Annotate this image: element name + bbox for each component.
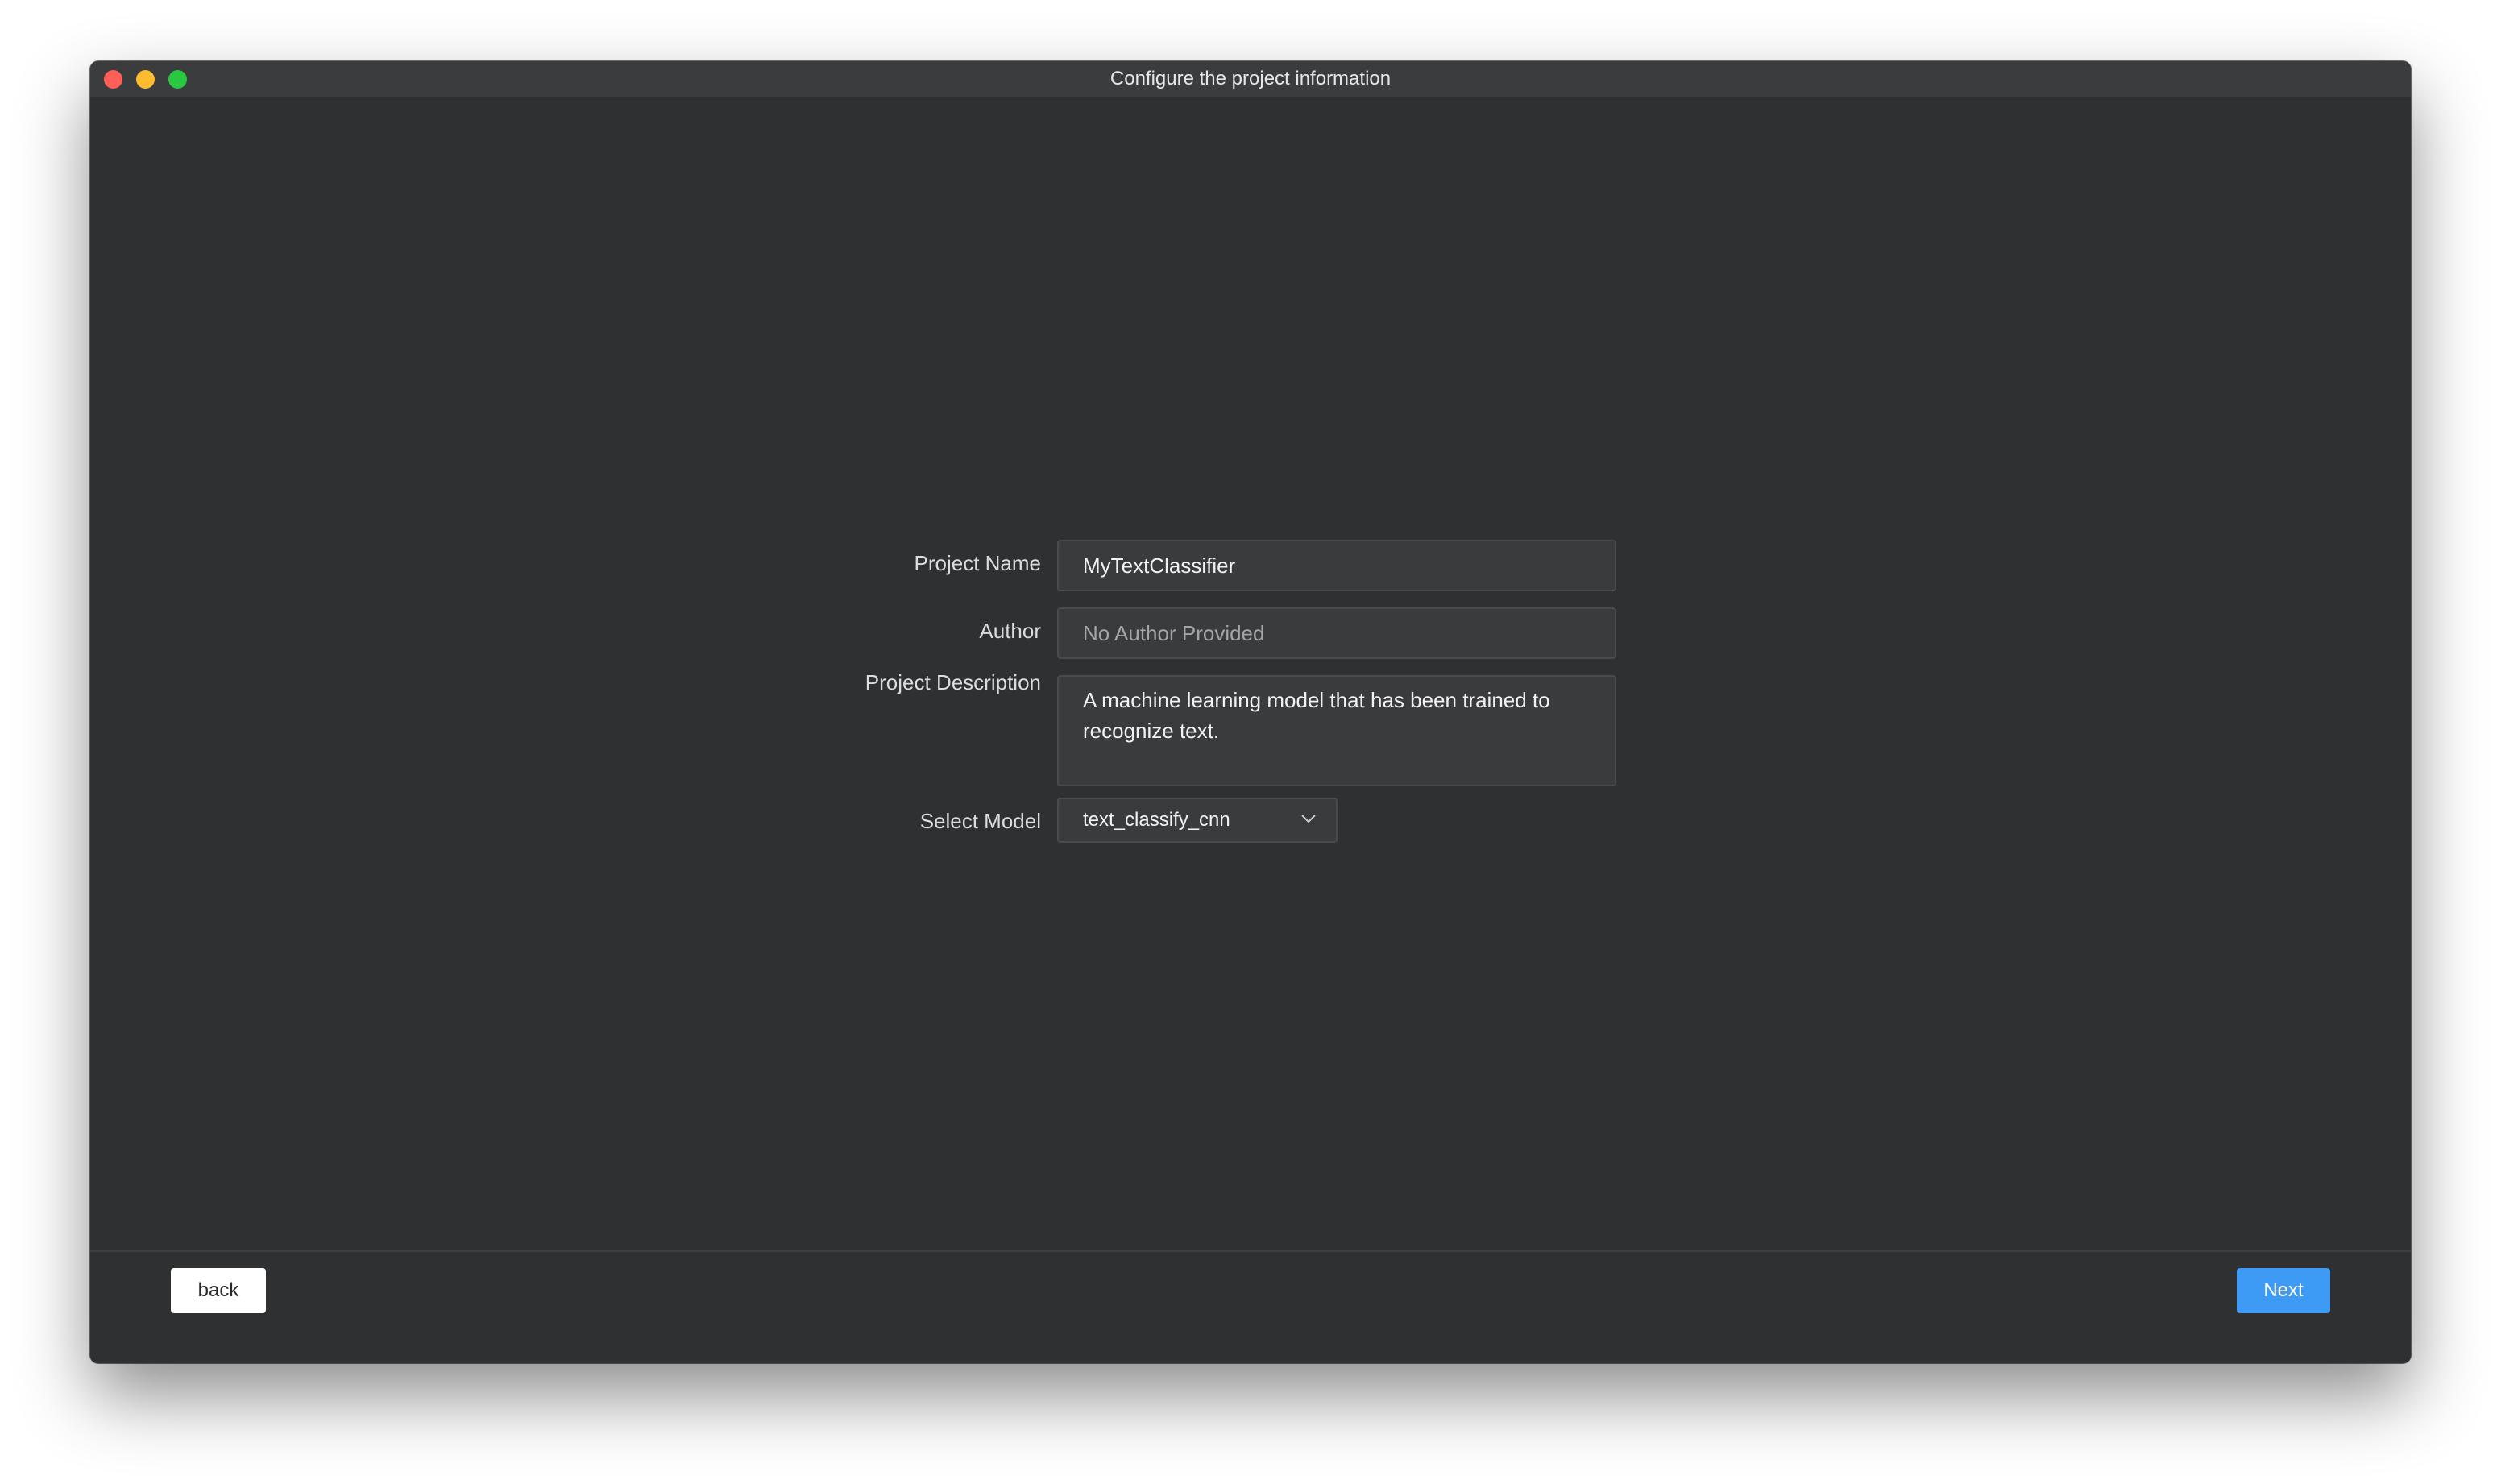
project-name-label: Project Name	[914, 551, 1042, 575]
project-description-label: Project Description	[865, 670, 1041, 694]
title-bar: Configure the project information	[90, 61, 2411, 97]
window-title: Configure the project information	[1109, 68, 1392, 89]
select-model-label: Select Model	[919, 809, 1041, 833]
select-model-dropdown[interactable]: text_classify_cnn	[1057, 798, 1338, 843]
back-button[interactable]: back	[171, 1268, 266, 1313]
project-name-input[interactable]	[1057, 540, 1616, 591]
project-description-textarea[interactable]: A machine learning model that has been t…	[1057, 675, 1616, 786]
author-label: Author	[979, 619, 1041, 643]
footer-bar: back Next	[90, 1250, 2411, 1363]
author-input[interactable]	[1057, 607, 1616, 659]
select-model-value: text_classify_cnn	[1083, 809, 1230, 831]
app-window: Configure the project information Projec…	[90, 61, 2411, 1363]
next-button[interactable]: Next	[2237, 1268, 2330, 1313]
chevron-down-icon	[1301, 815, 1316, 823]
